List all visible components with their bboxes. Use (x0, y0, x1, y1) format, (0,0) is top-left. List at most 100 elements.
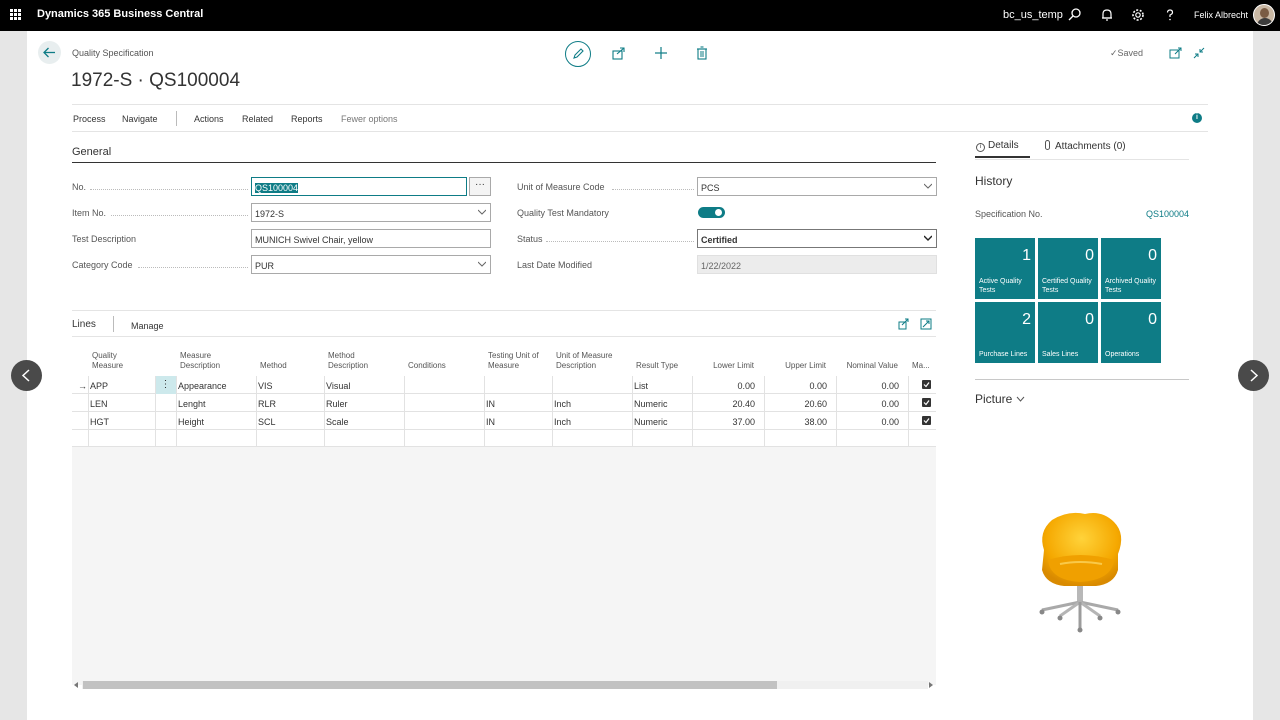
cell-description[interactable]: Lenght (178, 399, 206, 409)
quality-test-mandatory-toggle[interactable] (698, 207, 725, 218)
cell-measure[interactable]: LEN (90, 399, 108, 409)
scroll-right-icon[interactable] (929, 682, 934, 688)
cell-method[interactable]: RLR (258, 399, 276, 409)
col-lower-limit[interactable]: Lower Limit (696, 361, 754, 371)
action-actions[interactable]: Actions (194, 114, 224, 124)
cell-result-type[interactable]: Numeric (634, 399, 668, 409)
table-row[interactable]: LEN Lenght RLR Ruler IN Inch Numeric 20.… (72, 394, 936, 412)
collapse-icon[interactable] (1191, 45, 1207, 61)
table-row-empty[interactable] (72, 430, 936, 447)
cell-method[interactable]: SCL (258, 417, 276, 427)
tab-attachments[interactable]: Attachments (0) (1045, 140, 1126, 152)
help-icon[interactable] (1162, 7, 1178, 23)
col-mandatory[interactable]: Ma... (912, 361, 930, 371)
horizontal-scrollbar[interactable] (72, 680, 936, 690)
col-measure-description[interactable]: Measure Description (180, 351, 220, 371)
cell-lower-limit[interactable]: 0.00 (696, 381, 755, 391)
environment-name[interactable]: bc_us_temp (1003, 9, 1063, 21)
row-menu-icon[interactable]: ⋮ (155, 376, 176, 394)
cell-upper-limit[interactable]: 38.00 (768, 417, 827, 427)
cell-upper-limit[interactable]: 0.00 (768, 381, 827, 391)
gear-icon[interactable] (1130, 7, 1146, 23)
cell-description[interactable]: Height (178, 417, 204, 427)
col-method-description[interactable]: Method Description (328, 351, 368, 371)
lines-manage-button[interactable]: Manage (131, 321, 164, 331)
share-icon[interactable] (898, 318, 910, 330)
cell-result-type[interactable]: Numeric (634, 417, 668, 427)
col-upper-limit[interactable]: Upper Limit (768, 361, 826, 371)
action-related[interactable]: Related (242, 114, 273, 124)
action-reports[interactable]: Reports (291, 114, 323, 124)
cell-method-description[interactable]: Ruler (326, 399, 348, 409)
col-quality-measure[interactable]: Quality Measure (92, 351, 123, 371)
cell-upper-limit[interactable]: 20.60 (768, 399, 827, 409)
col-result-type[interactable]: Result Type (636, 361, 678, 371)
item-no-field[interactable]: 1972-S (251, 203, 491, 222)
avatar[interactable] (1253, 4, 1275, 26)
cell-nominal-value[interactable]: 0.00 (840, 417, 899, 427)
cell-measure[interactable]: APP (90, 381, 108, 391)
cell-testing-uom[interactable]: IN (486, 399, 495, 409)
next-record-button[interactable] (1238, 360, 1269, 391)
cell-testing-uom[interactable]: IN (486, 417, 495, 427)
cell-description[interactable]: Appearance (178, 381, 227, 391)
cell-lower-limit[interactable]: 37.00 (696, 417, 755, 427)
scrollbar-thumb[interactable] (83, 681, 777, 689)
back-icon[interactable] (38, 41, 61, 64)
cue-active-quality-tests[interactable]: 1 Active Quality Tests (975, 238, 1035, 299)
action-fewer-options[interactable]: Fewer options (341, 114, 398, 124)
tab-details[interactable]: i Details (976, 140, 1019, 152)
cell-result-type[interactable]: List (634, 381, 648, 391)
expand-icon[interactable] (920, 318, 932, 330)
col-method[interactable]: Method (260, 361, 287, 371)
cell-uom-description[interactable]: Inch (554, 399, 571, 409)
bell-icon[interactable] (1099, 7, 1115, 23)
history-title[interactable]: History (975, 174, 1012, 188)
col-testing-uom[interactable]: Testing Unit of Measure (488, 351, 539, 371)
cell-nominal-value[interactable]: 0.00 (840, 381, 899, 391)
cell-nominal-value[interactable]: 0.00 (840, 399, 899, 409)
search-icon[interactable] (1067, 7, 1083, 23)
waffle-icon[interactable] (10, 9, 21, 20)
cue-sales-lines[interactable]: 0 Sales Lines (1038, 302, 1098, 363)
scroll-left-icon[interactable] (74, 682, 79, 688)
mandatory-checkbox[interactable] (922, 380, 931, 389)
lines-section-title[interactable]: Lines (72, 319, 96, 330)
assist-edit-button[interactable]: ··· (469, 177, 491, 196)
cell-method[interactable]: VIS (258, 381, 273, 391)
delete-icon[interactable] (694, 45, 710, 61)
general-section-title[interactable]: General (72, 146, 111, 158)
table-row[interactable]: HGT Height SCL Scale IN Inch Numeric 37.… (72, 412, 936, 430)
share-icon[interactable] (611, 45, 627, 61)
cue-purchase-lines[interactable]: 2 Purchase Lines (975, 302, 1035, 363)
cue-archived-quality-tests[interactable]: 0 Archived Quality Tests (1101, 238, 1161, 299)
previous-record-button[interactable] (11, 360, 42, 391)
add-icon[interactable] (653, 45, 669, 61)
col-nominal-value[interactable]: Nominal Value (836, 361, 898, 371)
picture-title[interactable]: Picture (975, 392, 1025, 406)
cell-measure[interactable]: HGT (90, 417, 109, 427)
user-name[interactable]: Felix Albrecht (1194, 10, 1248, 20)
cell-method-description[interactable]: Scale (326, 417, 349, 427)
app-title[interactable]: Dynamics 365 Business Central (37, 8, 203, 20)
cue-operations[interactable]: 0 Operations (1101, 302, 1161, 363)
table-row[interactable]: → APP ⋮ Appearance VIS Visual List 0.00 … (72, 376, 936, 394)
mandatory-checkbox[interactable] (922, 416, 931, 425)
category-code-field[interactable]: PUR (251, 255, 491, 274)
action-navigate[interactable]: Navigate (122, 114, 158, 124)
test-description-field[interactable]: MUNICH Swivel Chair, yellow (251, 229, 491, 248)
cell-uom-description[interactable]: Inch (554, 417, 571, 427)
mandatory-checkbox[interactable] (922, 398, 931, 407)
cue-certified-quality-tests[interactable]: 0 Certified Quality Tests (1038, 238, 1098, 299)
col-uom-description[interactable]: Unit of Measure Description (556, 351, 612, 371)
no-field[interactable]: QS100004 (251, 177, 467, 196)
status-select[interactable]: Certified (697, 229, 937, 248)
cell-lower-limit[interactable]: 20.40 (696, 399, 755, 409)
cell-method-description[interactable]: Visual (326, 381, 350, 391)
col-conditions[interactable]: Conditions (408, 361, 446, 371)
action-process[interactable]: Process (73, 114, 106, 124)
edit-icon[interactable] (565, 41, 591, 67)
uom-code-field[interactable]: PCS (697, 177, 937, 196)
specification-no-link[interactable]: QS100004 (1146, 209, 1189, 219)
info-icon[interactable]: i (1192, 113, 1202, 123)
